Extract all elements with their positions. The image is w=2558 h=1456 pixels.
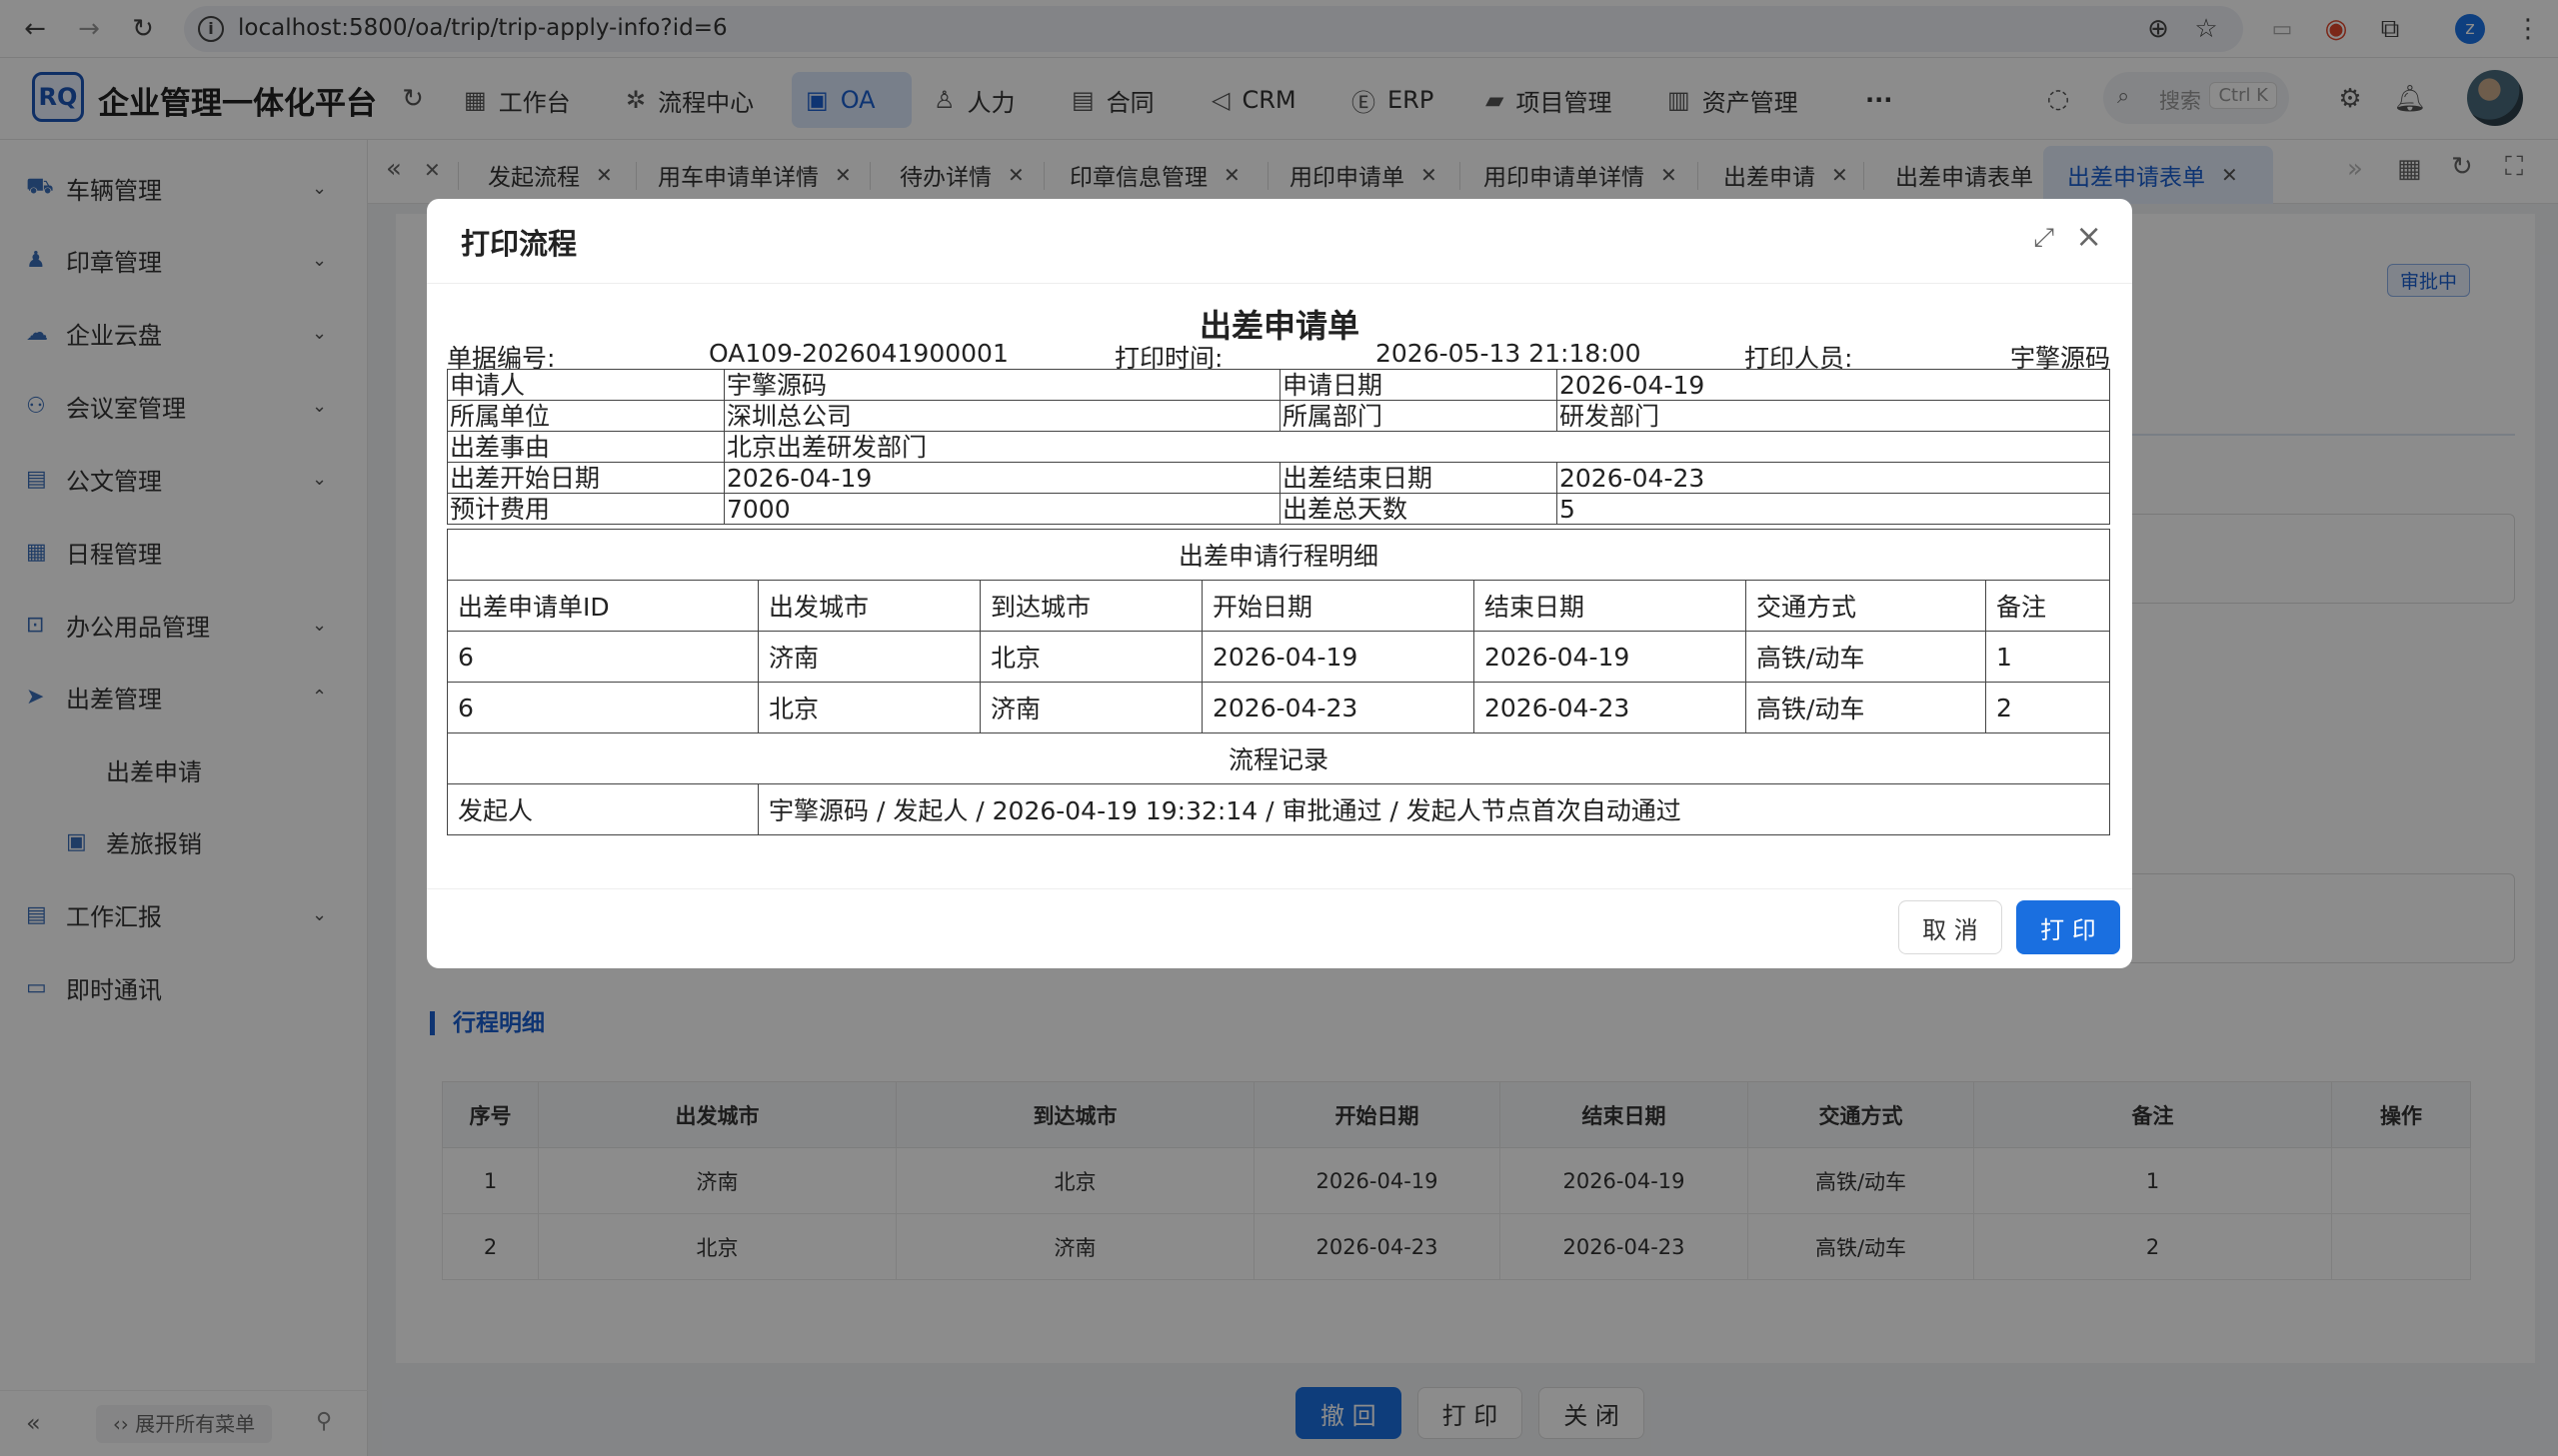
field-label: 出差总天数 <box>1279 493 1557 525</box>
field-value: 5 <box>1556 493 2110 525</box>
flow-record-caption: 流程记录 <box>447 732 2110 784</box>
table-row: 6 北京 济南 2026-04-23 2026-04-23 高铁/动车 2 <box>447 682 2110 733</box>
table-header: 开始日期 <box>1202 580 1474 632</box>
table-row: 预计费用 7000 出差总天数 5 <box>447 493 2110 525</box>
flow-record-text: 宇擎源码 / 发起人 / 2026-04-19 19:32:14 / 审批通过 … <box>758 783 2110 835</box>
table-cell: 1 <box>1985 631 2110 683</box>
table-header: 出差申请单ID <box>447 580 759 632</box>
document-title: 出差申请单 <box>1199 307 1359 345</box>
field-value: 2026-04-19 <box>1556 369 2110 401</box>
table-cell: 6 <box>447 631 759 683</box>
table-header-row: 出差申请单ID 出发城市 到达城市 开始日期 结束日期 交通方式 备注 <box>447 580 2110 632</box>
table-row: 申请人 宇擎源码 申请日期 2026-04-19 <box>447 369 2110 401</box>
modal-divider <box>427 283 2132 284</box>
field-label: 申请日期 <box>1279 369 1557 401</box>
table-row: 6 济南 北京 2026-04-19 2026-04-19 高铁/动车 1 <box>447 631 2110 683</box>
field-label: 预计费用 <box>447 493 725 525</box>
print-time: 2026-05-13 21:18:00 <box>1375 339 1641 368</box>
flow-label: 发起人 <box>447 783 759 835</box>
field-value: 2026-04-19 <box>724 462 1280 494</box>
table-caption-row: 流程记录 <box>447 732 2110 784</box>
table-header: 备注 <box>1985 580 2110 632</box>
table-row: 发起人 宇擎源码 / 发起人 / 2026-04-19 19:32:14 / 审… <box>447 783 2110 835</box>
table-cell: 北京 <box>758 682 981 733</box>
modal-divider <box>427 888 2132 889</box>
doc-no: OA109-2026041900001 <box>709 339 1009 368</box>
table-cell: 北京 <box>980 631 1203 683</box>
field-value: 宇擎源码 <box>724 369 1280 401</box>
table-cell: 2026-04-23 <box>1473 682 1746 733</box>
table-cell: 济南 <box>758 631 981 683</box>
table-cell: 6 <box>447 682 759 733</box>
table-caption-row: 出差申请行程明细 <box>447 529 2110 581</box>
table-header: 到达城市 <box>980 580 1203 632</box>
table-cell: 2026-04-19 <box>1202 631 1474 683</box>
table-cell: 2 <box>1985 682 2110 733</box>
itinerary-caption: 出差申请行程明细 <box>447 529 2110 581</box>
print-modal: 打印流程 ⤢ × 出差申请单 单据编号: OA109-2026041900001… <box>427 199 2132 968</box>
table-cell: 济南 <box>980 682 1203 733</box>
field-label: 申请人 <box>447 369 725 401</box>
field-label: 所属部门 <box>1279 400 1557 432</box>
table-cell: 高铁/动车 <box>1745 631 1986 683</box>
itinerary-table: 出差申请行程明细 出差申请单ID 出发城市 到达城市 开始日期 结束日期 交通方… <box>447 529 2110 835</box>
table-row: 所属单位 深圳总公司 所属部门 研发部门 <box>447 400 2110 432</box>
modal-title: 打印流程 <box>461 227 578 261</box>
field-value: 研发部门 <box>1556 400 2110 432</box>
table-row: 出差开始日期 2026-04-19 出差结束日期 2026-04-23 <box>447 462 2110 494</box>
table-cell: 高铁/动车 <box>1745 682 1986 733</box>
trip-info-table: 申请人 宇擎源码 申请日期 2026-04-19 所属单位 深圳总公司 所属部门… <box>447 369 2110 525</box>
table-header: 结束日期 <box>1473 580 1746 632</box>
field-label: 出差开始日期 <box>447 462 725 494</box>
table-header: 出发城市 <box>758 580 981 632</box>
cancel-button[interactable]: 取 消 <box>1898 900 2002 954</box>
field-value: 7000 <box>724 493 1280 525</box>
field-label: 出差结束日期 <box>1279 462 1557 494</box>
maximize-icon[interactable]: ⤢ <box>2033 223 2054 254</box>
field-label: 出差事由 <box>447 431 725 463</box>
close-icon[interactable]: × <box>2075 217 2102 255</box>
field-value: 2026-04-23 <box>1556 462 2110 494</box>
field-value: 北京出差研发部门 <box>724 431 2110 463</box>
print-button[interactable]: 打 印 <box>2016 900 2120 954</box>
table-cell: 2026-04-23 <box>1202 682 1474 733</box>
field-label: 所属单位 <box>447 400 725 432</box>
table-row: 出差事由 北京出差研发部门 <box>447 431 2110 463</box>
table-header: 交通方式 <box>1745 580 1986 632</box>
field-value: 深圳总公司 <box>724 400 1280 432</box>
table-cell: 2026-04-19 <box>1473 631 1746 683</box>
